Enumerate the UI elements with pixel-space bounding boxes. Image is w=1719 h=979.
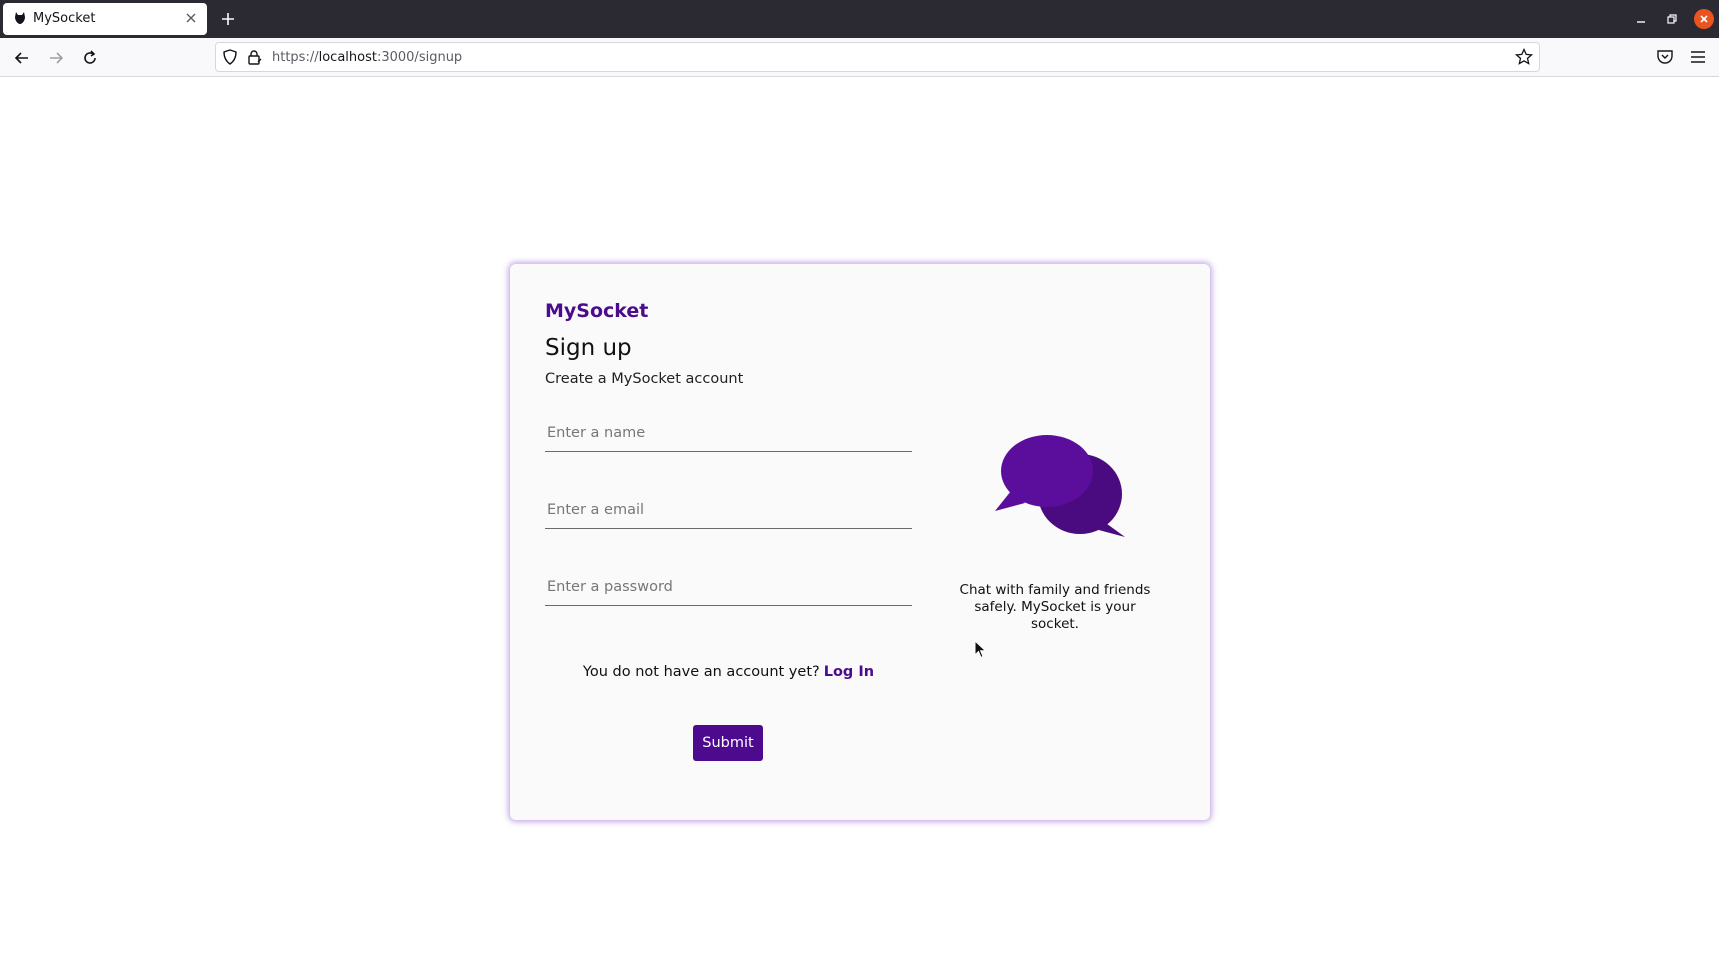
reload-icon[interactable] — [78, 46, 102, 70]
tab-strip: MySocket — [0, 0, 1719, 38]
url-host: localhost — [318, 50, 377, 65]
email-input[interactable] — [545, 491, 912, 529]
tab-title: MySocket — [33, 11, 96, 26]
name-input[interactable] — [545, 414, 912, 452]
mouse-cursor-icon — [974, 640, 987, 659]
page-subtitle: Create a MySocket account — [545, 371, 744, 387]
shield-icon[interactable] — [222, 49, 238, 65]
url-path: :3000/signup — [376, 50, 463, 65]
url-prefix: https:// — [272, 50, 319, 65]
hamburger-menu-icon[interactable] — [1688, 48, 1708, 66]
pocket-icon[interactable] — [1656, 48, 1674, 66]
tagline-text: Chat with family and friends safely. MyS… — [959, 582, 1151, 632]
brand-logo-text: MySocket — [545, 300, 649, 322]
back-arrow-icon[interactable] — [10, 46, 34, 70]
page-viewport: MySocket Sign up Create a MySocket accou… — [0, 77, 1719, 979]
forward-arrow-icon[interactable] — [44, 46, 68, 70]
restore-window-icon[interactable] — [1662, 9, 1682, 29]
password-input[interactable] — [545, 568, 912, 606]
login-prompt-text: You do not have an account yet? — [582, 664, 820, 680]
minimize-window-icon[interactable] — [1631, 9, 1651, 29]
lock-icon[interactable] — [246, 49, 262, 65]
close-tab-icon[interactable] — [183, 10, 199, 26]
page-title: Sign up — [545, 335, 632, 361]
browser-tab[interactable]: MySocket — [3, 3, 207, 35]
signup-card: MySocket Sign up Create a MySocket accou… — [510, 264, 1210, 820]
login-prompt: You do not have an account yet? Log In — [545, 664, 912, 680]
mysocket-favicon-icon — [15, 12, 25, 24]
navigation-toolbar: https://localhost:3000/signup — [0, 38, 1719, 77]
submit-button[interactable]: Submit — [693, 725, 763, 761]
login-link[interactable]: Log In — [824, 664, 874, 680]
close-window-icon[interactable] — [1694, 9, 1714, 29]
new-tab-icon[interactable] — [218, 9, 238, 29]
star-icon[interactable] — [1515, 48, 1533, 66]
chat-bubbles-icon — [995, 435, 1125, 537]
address-bar[interactable]: https://localhost:3000/signup — [215, 42, 1540, 72]
url-text[interactable]: https://localhost:3000/signup — [272, 50, 462, 65]
